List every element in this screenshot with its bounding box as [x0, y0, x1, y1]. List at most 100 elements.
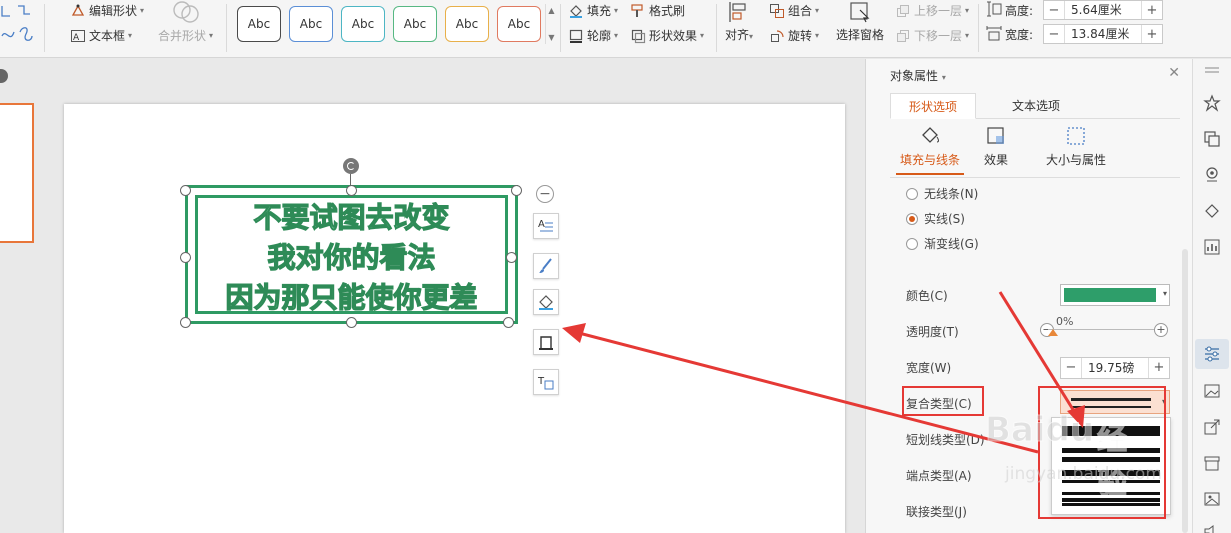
align-label: 对齐: [725, 28, 750, 42]
side-chart-icon[interactable]: [1202, 237, 1222, 257]
shape-style-5[interactable]: Abc: [445, 6, 489, 42]
resize-handle-bottom-right[interactable]: [503, 317, 514, 328]
width-label: 宽度:: [1005, 28, 1034, 42]
shape-text-line-3: 因为那只能使你更差: [225, 280, 478, 314]
side-fill-icon[interactable]: [1202, 201, 1222, 221]
side-picture-icon[interactable]: [1202, 489, 1222, 509]
line-solid-option[interactable]: 实线(S): [906, 210, 965, 227]
tab-shape-options[interactable]: 形状选项: [890, 93, 977, 119]
resize-handle-right[interactable]: [506, 252, 517, 263]
slide-thumbnail[interactable]: [0, 103, 34, 243]
side-more-icon[interactable]: [1202, 521, 1222, 533]
collapse-quick-toolbar-icon[interactable]: −: [536, 185, 554, 203]
panel-scrollbar[interactable]: [1182, 249, 1188, 533]
bring-forward-label: 上移一层: [914, 4, 963, 18]
rotate-button[interactable]: 旋转 ▾: [769, 27, 819, 44]
speaker-icon: [1204, 525, 1214, 533]
text-box-button[interactable]: A 文本框 ▾: [70, 27, 132, 44]
send-backward-button[interactable]: 下移一层 ▾: [895, 27, 969, 44]
edit-shape-button[interactable]: 编辑形状 ▾: [70, 2, 144, 19]
bring-forward-button[interactable]: 上移一层 ▾: [895, 2, 969, 19]
side-archive-icon[interactable]: [1202, 453, 1222, 473]
width-stepper[interactable]: − 13.84厘米 +: [1043, 24, 1163, 44]
menu-lines-icon: [1205, 67, 1219, 73]
align-button[interactable]: 对齐▾: [725, 0, 753, 43]
subtab-effects[interactable]: 效果: [956, 123, 1036, 168]
side-shape-icon[interactable]: [1202, 93, 1222, 113]
shape-outline-quick-button[interactable]: [533, 329, 559, 355]
side-menu-icon[interactable]: [1202, 65, 1222, 75]
gallery-more-icon[interactable]: ▼: [548, 33, 554, 42]
shape-fill-quick-button[interactable]: [533, 289, 559, 315]
width-increase-button[interactable]: +: [1142, 25, 1162, 43]
resize-handle-top[interactable]: [346, 185, 357, 196]
join-type-label: 联接类型(J): [906, 505, 967, 519]
close-icon[interactable]: ✕: [1168, 65, 1180, 81]
shape-style-4[interactable]: Abc: [393, 6, 437, 42]
fill-button[interactable]: 填充 ▾: [568, 2, 618, 19]
thumbnail-collapse-icon[interactable]: [0, 69, 8, 83]
text-format-button[interactable]: A: [533, 213, 559, 239]
height-label: 高度:: [1005, 4, 1034, 18]
gallery-scroll[interactable]: ▲ ▼: [545, 4, 557, 44]
shape-style-quick-button[interactable]: [533, 253, 559, 279]
outline-icon: [569, 29, 583, 43]
height-increase-button[interactable]: +: [1142, 1, 1162, 19]
transparency-increase-button[interactable]: +: [1154, 323, 1168, 337]
shape-text[interactable]: 不要试图去改变 我对你的看法 因为那只能使你更差: [188, 198, 515, 318]
merge-shape-icon: [173, 1, 199, 23]
image-icon: [1204, 384, 1220, 398]
selection-pane-label: 选择窗格: [836, 28, 885, 42]
resize-handle-bottom-left[interactable]: [180, 317, 191, 328]
side-copy-icon[interactable]: [1202, 129, 1222, 149]
resize-handle-left[interactable]: [180, 252, 191, 263]
height-decrease-button[interactable]: −: [1044, 1, 1064, 19]
outline-button[interactable]: 轮廓 ▾: [568, 27, 618, 44]
selection-pane-button[interactable]: 选择窗格: [836, 0, 884, 43]
shape-style-3[interactable]: Abc: [341, 6, 385, 42]
group-button[interactable]: 组合 ▾: [769, 2, 819, 19]
line-width-stepper[interactable]: − 19.75磅 +: [1060, 357, 1170, 379]
shape-style-6[interactable]: Abc: [497, 6, 541, 42]
shape-style-2[interactable]: Abc: [289, 6, 333, 42]
height-input[interactable]: 5.64厘米: [1064, 1, 1142, 19]
line-width-increase-button[interactable]: +: [1149, 358, 1169, 378]
line-none-option[interactable]: 无线条(N): [906, 185, 978, 202]
side-image-icon[interactable]: [1202, 381, 1222, 401]
annotation-box-compound-label: [902, 386, 984, 416]
line-color-picker[interactable]: ▾: [1060, 284, 1170, 306]
height-stepper[interactable]: − 5.64厘米 +: [1043, 0, 1163, 20]
share-icon: [1204, 419, 1220, 435]
width-decrease-button[interactable]: −: [1044, 25, 1064, 43]
rotate-handle-icon[interactable]: [343, 158, 359, 174]
width-icon: [986, 26, 1002, 41]
shape-lines-preview[interactable]: [0, 2, 40, 46]
resize-handle-top-left[interactable]: [180, 185, 191, 196]
rotate-label: 旋转: [788, 29, 813, 43]
line-gradient-option[interactable]: 渐变线(G): [906, 235, 979, 252]
gallery-up-icon[interactable]: ▲: [548, 6, 554, 15]
shape-effect-button[interactable]: 形状效果 ▾: [630, 27, 704, 44]
line-width-decrease-button[interactable]: −: [1061, 358, 1081, 378]
tab-text-options[interactable]: 文本选项: [994, 93, 1078, 119]
side-share-icon[interactable]: [1202, 417, 1222, 437]
panel-subtabs: 填充与线条 效果 大小与属性: [890, 123, 1180, 178]
resize-handle-bottom[interactable]: [346, 317, 357, 328]
slider-knob[interactable]: [1048, 329, 1058, 336]
side-location-icon[interactable]: [1202, 165, 1222, 185]
shape-style-1[interactable]: Abc: [237, 6, 281, 42]
subtab-size-properties[interactable]: 大小与属性: [1026, 123, 1126, 168]
text-shape[interactable]: 不要试图去改变 我对你的看法 因为那只能使你更差: [185, 185, 518, 324]
line-width-input[interactable]: 19.75磅: [1081, 358, 1149, 378]
side-properties-icon[interactable]: [1195, 339, 1229, 369]
panel-title[interactable]: 对象属性 ▾: [890, 67, 946, 84]
shape-style-gallery: Abc Abc Abc Abc Abc Abc: [232, 4, 557, 44]
transparency-slider[interactable]: 0%: [1048, 315, 1166, 336]
width-input[interactable]: 13.84厘米: [1064, 25, 1142, 43]
picture-icon: [1204, 492, 1220, 506]
resize-handle-top-right[interactable]: [511, 185, 522, 196]
annotation-box-compound-options: [1038, 386, 1166, 519]
merge-shape-button[interactable]: 合并形状 ▾: [158, 27, 213, 44]
text-wrap-quick-button[interactable]: T: [533, 369, 559, 395]
format-painter-button[interactable]: 格式刷: [630, 2, 685, 19]
